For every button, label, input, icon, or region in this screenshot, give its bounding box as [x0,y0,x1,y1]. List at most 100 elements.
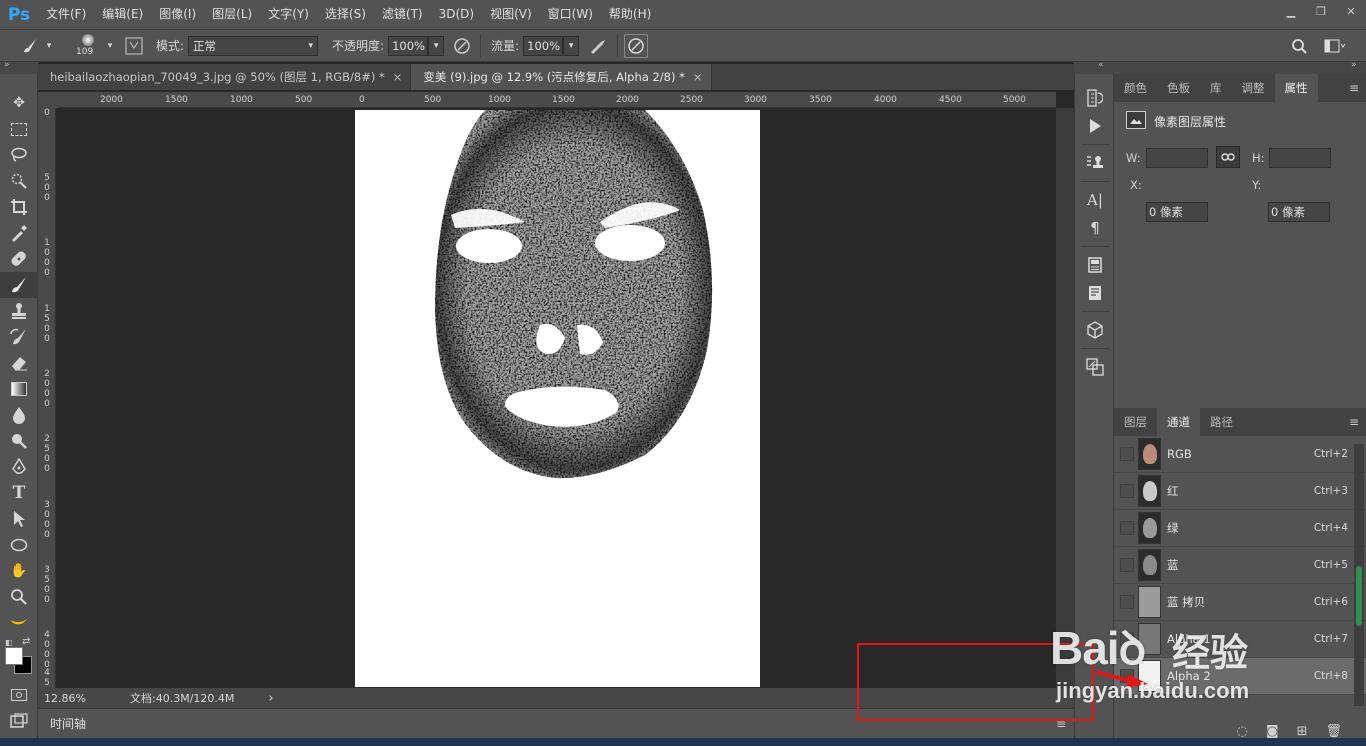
tab-channels[interactable]: 通道 [1157,408,1200,436]
channel-row-alpha-2[interactable]: Alpha 2 Ctrl+8 [1114,658,1366,695]
workspace-switcher-icon[interactable] [1320,34,1350,58]
pen-tool-icon[interactable] [0,454,38,480]
menu-select[interactable]: 选择(S) [317,0,374,29]
menu-3d[interactable]: 3D(D) [431,0,482,29]
hand-tool-icon[interactable]: ✋ [0,558,38,584]
default-colors-icon[interactable]: ◧ [5,638,13,647]
tab-paths[interactable]: 路径 [1200,408,1243,436]
x-field[interactable]: 0 像素 [1146,202,1208,222]
load-selection-icon[interactable]: ◌ [1237,724,1248,739]
airbrush-icon[interactable] [587,34,611,58]
double-chevron-icon[interactable]: » [4,60,10,70]
screen-mode-icon[interactable] [0,708,38,734]
brush-preset-picker[interactable]: 109 [70,32,104,60]
close-tab-icon[interactable]: × [693,70,703,84]
visibility-toggle[interactable] [1120,447,1134,461]
delete-icon[interactable]: 🗑 [1325,724,1342,739]
status-menu-arrow[interactable]: › [268,691,273,706]
channel-row-rgb[interactable]: RGB Ctrl+2 [1114,436,1366,473]
menu-edit[interactable]: 编辑(E) [94,0,151,29]
3d-panel-icon[interactable] [1075,316,1115,344]
opacity-input[interactable]: 100% [388,35,429,56]
history-brush-tool-icon[interactable] [0,324,38,350]
search-icon[interactable] [1287,34,1311,58]
flow-dropdown[interactable]: ▾ [563,35,580,56]
panel-menu-icon[interactable]: ≡ [1342,408,1366,436]
minimize-button[interactable]: ▁ [1276,0,1306,22]
tab-document-1[interactable]: heibailaozhaopian_70049_3.jpg @ 50% (图层 … [38,64,412,90]
new-channel-icon[interactable]: ⊞ [1297,724,1308,739]
visibility-toggle[interactable] [1120,521,1134,535]
move-tool-icon[interactable]: ✥ [0,90,38,116]
double-chevron-icon[interactable]: « [1098,60,1104,70]
lasso-tool-icon[interactable] [0,142,38,168]
scroll-thumb[interactable] [1356,566,1362,626]
tab-color[interactable]: 颜色 [1114,74,1157,102]
quick-selection-tool-icon[interactable] [0,168,38,194]
menu-layer[interactable]: 图层(L) [204,0,260,29]
tab-layers[interactable]: 图层 [1114,408,1157,436]
restore-button[interactable]: ❐ [1306,0,1336,22]
tab-document-2[interactable]: 变美 (9).jpg @ 12.9% (污点修复后, Alpha 2/8) * … [411,64,712,90]
crop-tool-icon[interactable] [0,194,38,220]
channel-row-blue[interactable]: 蓝 Ctrl+5 [1114,547,1366,584]
clone-source-icon[interactable] [1075,149,1115,177]
history-panel-icon[interactable] [1075,84,1115,112]
actions-play-icon[interactable] [1075,112,1115,140]
tab-adjustments[interactable]: 调整 [1232,74,1275,102]
channel-row-green[interactable]: 绿 Ctrl+4 [1114,510,1366,547]
brush-tool-icon[interactable] [18,34,42,58]
marquee-tool-icon[interactable] [0,116,38,142]
brush-tool-icon[interactable] [0,272,38,298]
close-tab-icon[interactable]: × [393,70,403,84]
visibility-toggle[interactable] [1120,558,1134,572]
type-tool-icon[interactable]: T [0,480,38,506]
panel-menu-icon[interactable]: ≡ [1342,74,1366,102]
save-selection-icon[interactable]: ◙ [1266,724,1279,739]
gradient-tool-icon[interactable] [0,376,38,402]
tab-swatches[interactable]: 色板 [1157,74,1200,102]
mode-select[interactable]: 正常 ▾ [188,35,319,56]
width-field[interactable] [1146,148,1208,168]
eraser-tool-icon[interactable] [0,350,38,376]
clone-stamp-tool-icon[interactable] [0,298,38,324]
menu-window[interactable]: 窗口(W) [540,0,601,29]
menu-view[interactable]: 视图(V) [482,0,540,29]
zoom-level[interactable]: 12.86% [44,692,114,705]
zoom-tool-icon[interactable] [0,584,38,610]
link-icon[interactable] [1216,146,1240,168]
layer-comps-icon[interactable] [1075,353,1115,381]
tab-libraries[interactable]: 库 [1200,74,1232,102]
banana-icon[interactable] [0,610,38,636]
double-chevron-icon[interactable]: » [1351,60,1357,70]
eyedropper-tool-icon[interactable] [0,220,38,246]
chevron-down-icon[interactable]: ▾ [42,34,56,58]
blur-tool-icon[interactable] [0,402,38,428]
channel-row-blue-copy[interactable]: 蓝 拷贝 Ctrl+6 [1114,584,1366,621]
visibility-toggle[interactable] [1120,632,1134,646]
healing-brush-tool-icon[interactable] [0,246,38,272]
menu-type[interactable]: 文字(Y) [260,0,317,29]
visibility-toggle[interactable] [1120,595,1134,609]
ellipse-tool-icon[interactable] [0,532,38,558]
paragraph-styles-icon[interactable] [1075,279,1115,307]
height-field[interactable] [1269,148,1331,168]
menu-help[interactable]: 帮助(H) [601,0,659,29]
chevron-down-icon[interactable]: ▾ [104,34,116,58]
close-button[interactable]: ✕ [1336,0,1366,22]
channel-row-alpha-1[interactable]: Alpha 1 Ctrl+7 [1114,621,1366,658]
menu-filter[interactable]: 滤镜(T) [374,0,431,29]
flow-input[interactable]: 100% [523,35,564,56]
image-canvas[interactable] [355,110,760,687]
timeline-tab[interactable]: 时间轴 [50,715,86,732]
paragraph-panel-icon[interactable]: ¶ [1075,214,1115,242]
pressure-opacity-icon[interactable] [450,34,474,58]
opacity-dropdown[interactable]: ▾ [428,35,445,56]
dodge-tool-icon[interactable] [0,428,38,454]
pressure-size-icon[interactable] [624,33,649,58]
y-field[interactable]: 0 像素 [1268,202,1330,222]
menu-file[interactable]: 文件(F) [38,0,94,29]
vertical-scrollbar[interactable] [1056,108,1074,688]
swap-colors-icon[interactable]: ⇄ [22,636,30,647]
menu-image[interactable]: 图像(I) [151,0,204,29]
